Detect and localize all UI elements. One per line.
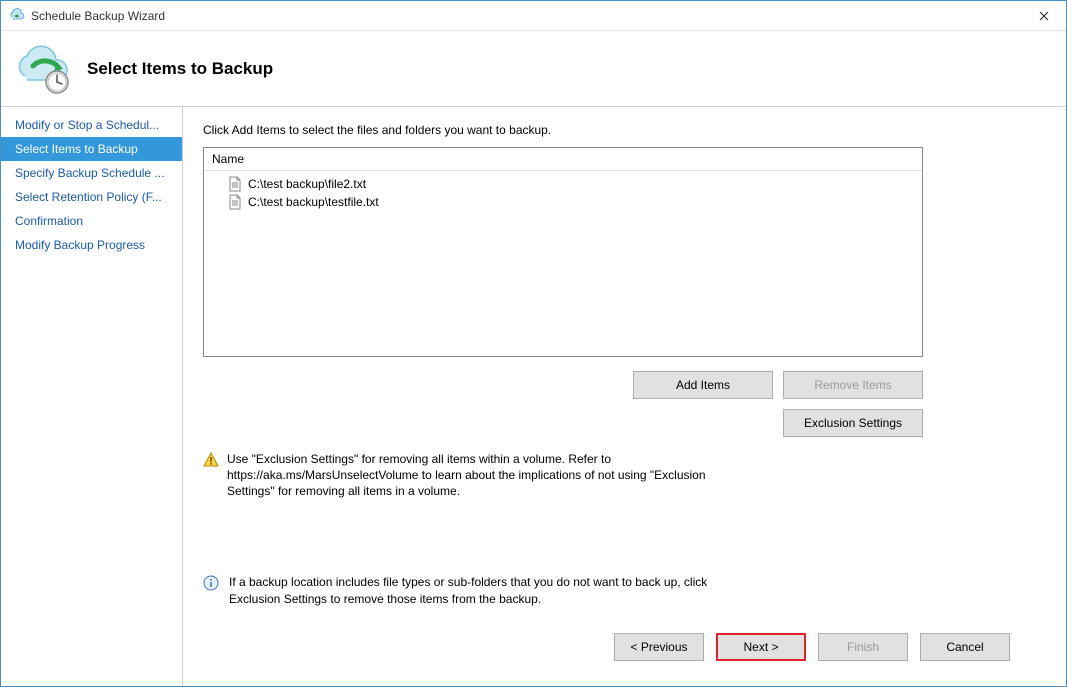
wizard-footer: < Previous Next > Finish Cancel (203, 622, 1040, 672)
instruction-text: Click Add Items to select the files and … (203, 123, 1040, 137)
items-list: C:\test backup\file2.txt C:\test backup\… (204, 171, 922, 356)
finish-button: Finish (818, 633, 908, 661)
wizard-window: Schedule Backup Wizard Select Items to B… (0, 0, 1067, 687)
warning-icon (203, 452, 219, 468)
file-icon (228, 176, 242, 192)
list-item-label: C:\test backup\file2.txt (248, 177, 366, 191)
step-select-items[interactable]: Select Items to Backup (1, 137, 182, 161)
list-header-name[interactable]: Name (204, 148, 922, 171)
step-modify-stop[interactable]: Modify or Stop a Schedul... (1, 113, 182, 137)
step-confirmation[interactable]: Confirmation (1, 209, 182, 233)
exclusion-settings-button[interactable]: Exclusion Settings (783, 409, 923, 437)
titlebar: Schedule Backup Wizard (1, 1, 1066, 31)
exclusion-button-row: Exclusion Settings (203, 409, 923, 437)
list-item[interactable]: C:\test backup\testfile.txt (204, 193, 922, 211)
item-buttons-row: Add Items Remove Items (203, 371, 923, 399)
wizard-body: Modify or Stop a Schedul... Select Items… (1, 106, 1066, 686)
next-button[interactable]: Next > (716, 633, 806, 661)
info-note: If a backup location includes file types… (203, 574, 743, 608)
list-item-label: C:\test backup\testfile.txt (248, 195, 379, 209)
window-title: Schedule Backup Wizard (31, 9, 1021, 23)
items-listbox[interactable]: Name C:\test backup\file2.txt C:\test ba… (203, 147, 923, 357)
info-icon (203, 575, 219, 591)
wizard-header-icon (13, 44, 73, 94)
step-specify-schedule[interactable]: Specify Backup Schedule ... (1, 161, 182, 185)
cancel-button[interactable]: Cancel (920, 633, 1010, 661)
app-icon (9, 8, 25, 24)
page-title: Select Items to Backup (87, 59, 273, 79)
wizard-content: Click Add Items to select the files and … (183, 107, 1066, 686)
wizard-steps: Modify or Stop a Schedul... Select Items… (1, 107, 183, 686)
list-item[interactable]: C:\test backup\file2.txt (204, 175, 922, 193)
info-text: If a backup location includes file types… (229, 574, 743, 608)
step-modify-progress[interactable]: Modify Backup Progress (1, 233, 182, 257)
remove-items-button: Remove Items (783, 371, 923, 399)
step-retention-policy[interactable]: Select Retention Policy (F... (1, 185, 182, 209)
warning-text: Use "Exclusion Settings" for removing al… (227, 451, 723, 500)
wizard-header: Select Items to Backup (1, 31, 1066, 106)
file-icon (228, 194, 242, 210)
add-items-button[interactable]: Add Items (633, 371, 773, 399)
close-button[interactable] (1021, 1, 1066, 31)
previous-button[interactable]: < Previous (614, 633, 704, 661)
warning-note: Use "Exclusion Settings" for removing al… (203, 451, 723, 500)
